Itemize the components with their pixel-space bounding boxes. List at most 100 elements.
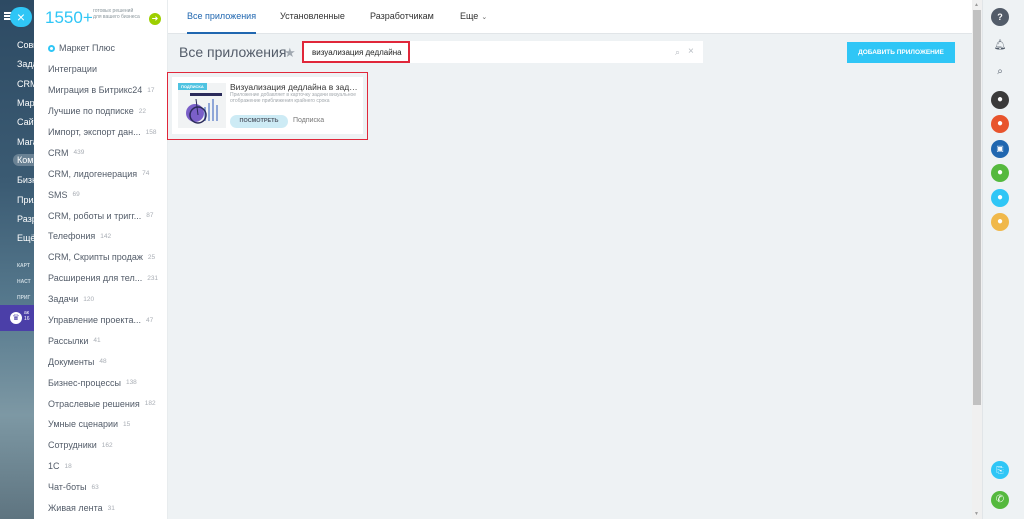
solutions-promo[interactable]: 1550+ готовых решений для вашего бизнеса… [45, 6, 165, 34]
plan-banner-text: ак 16 [24, 310, 30, 322]
app-description: Приложение добавляет в карточку задачи в… [230, 92, 357, 104]
category-label: Рассылки [48, 335, 89, 346]
category-item[interactable]: Импорт, экспорт дан... 158 [34, 122, 168, 143]
star-icon[interactable]: ★ [284, 45, 296, 61]
app-title[interactable]: Визуализация дедлайна в зада... [230, 82, 360, 92]
scroll-down-icon[interactable]: ▼ [974, 511, 979, 517]
category-label: CRM, лидогенерация [48, 168, 138, 179]
user-avatar-1[interactable]: ● [991, 91, 1009, 109]
left-nav-item-active[interactable]: Комп [13, 154, 34, 166]
view-app-button[interactable]: ПОСМОТРЕТЬ [230, 115, 288, 128]
category-item[interactable]: Чат-боты 63 [34, 477, 168, 498]
category-item[interactable]: Сотрудники 162 [34, 435, 168, 456]
category-item[interactable]: Живая лента 31 [34, 498, 168, 519]
add-application-button[interactable]: ДОБАВИТЬ ПРИЛОЖЕНИЕ [847, 42, 955, 63]
category-item[interactable]: CRM, лидогенерация 74 [34, 163, 168, 184]
left-nav-section[interactable]: КАРТ [17, 263, 30, 269]
search-icon[interactable]: ⌕ [675, 47, 680, 58]
app-thumbnail[interactable]: ПОДПИСКА [178, 83, 226, 128]
category-item[interactable]: SMS 69 [34, 184, 168, 205]
subscription-badge: ПОДПИСКА [178, 83, 207, 90]
category-label: Маркет Плюс [59, 43, 115, 54]
category-item[interactable]: Отраслевые решения 182 [34, 393, 168, 414]
category-item[interactable]: CRM, роботы и тригг... 87 [34, 205, 168, 226]
category-item[interactable]: CRM, Скрипты продаж 25 [34, 247, 168, 268]
category-count: 15 [123, 420, 131, 428]
left-nav-item[interactable]: Мага [17, 137, 34, 147]
category-item[interactable]: Бизнес-процессы 138 [34, 372, 168, 393]
chevron-down-icon: ⌄ [481, 14, 488, 21]
tab-all-apps[interactable]: Все приложения [187, 0, 257, 34]
category-label: Расширения для тел... [48, 273, 143, 284]
category-count: 22 [138, 107, 146, 115]
user-avatar-2[interactable]: ● [991, 115, 1009, 133]
category-item[interactable]: Миграция в Битрикс24 17 [34, 80, 168, 101]
left-nav-item[interactable]: Зада [17, 59, 34, 69]
category-label: Бизнес-процессы [48, 377, 121, 388]
arrow-right-icon[interactable]: ➜ [149, 13, 161, 25]
category-item[interactable]: Документы 48 [34, 351, 168, 372]
category-item[interactable]: Умные сценарии 15 [34, 414, 168, 435]
user-avatar-5[interactable]: ● [991, 213, 1009, 231]
market-plus-icon [48, 44, 55, 52]
scrollbar-thumb[interactable] [973, 10, 981, 405]
category-item[interactable]: Расширения для тел... 231 [34, 268, 168, 289]
app-card[interactable]: ПОДПИСКА Визуализация дедлайна в зада...… [172, 77, 363, 134]
tab-more[interactable]: Еще ⌄ [460, 0, 487, 34]
tab-installed[interactable]: Установленные [280, 0, 345, 34]
left-nav-item[interactable]: Совм [17, 40, 34, 50]
left-nav-item[interactable]: Марк [17, 98, 34, 108]
category-item[interactable]: Интеграции [34, 59, 168, 80]
left-nav-item[interactable]: Сайт [17, 117, 34, 127]
scroll-up-icon[interactable]: ▲ [974, 2, 979, 8]
left-nav-item[interactable]: Разр [17, 214, 34, 224]
help-icon[interactable]: ? [991, 8, 1009, 26]
category-label: SMS [48, 189, 68, 200]
category-count: 439 [73, 149, 85, 157]
main-left-menu: × Совм Зада CRM Марк Сайт Мага Комп Бизн… [0, 0, 34, 519]
right-panel: ? 🔔︎ ⌕ ● ● ▣ ● ● ● ⎘ ✆ [982, 0, 1024, 519]
category-item[interactable]: Лучшие по подписке 22 [34, 101, 168, 122]
left-nav-item[interactable]: Ещё [17, 233, 34, 243]
category-item[interactable]: CRM 439 [34, 142, 168, 163]
phone-icon[interactable]: ✆ [991, 491, 1009, 509]
bell-icon[interactable]: 🔔︎ [991, 37, 1009, 55]
user-avatar-3[interactable]: ● [991, 164, 1009, 182]
close-icon[interactable]: × [10, 7, 32, 27]
category-label: CRM [48, 147, 69, 158]
category-count: 182 [144, 400, 156, 408]
clear-search-icon[interactable]: × [688, 46, 694, 57]
main-content: Все приложения Установленные Разработчик… [167, 0, 972, 519]
category-count: 18 [64, 462, 72, 470]
left-nav-item[interactable]: CRM [17, 79, 34, 89]
category-count: 87 [146, 212, 154, 220]
category-count: 231 [147, 274, 159, 282]
left-nav-item[interactable]: Прил [17, 195, 34, 205]
menu-toggle-button[interactable]: × [0, 6, 34, 28]
category-item[interactable]: Задачи 120 [34, 289, 168, 310]
screen-share-icon[interactable]: ⎘ [991, 461, 1009, 479]
category-label: CRM, Скрипты продаж [48, 252, 143, 263]
category-label: Живая лента [48, 503, 103, 514]
user-avatar-4[interactable]: ● [991, 189, 1009, 207]
search-icon[interactable]: ⌕ [991, 63, 1009, 81]
tab-bar: Все приложения Установленные Разработчик… [168, 0, 972, 34]
category-label: Импорт, экспорт дан... [48, 127, 141, 137]
left-nav-item[interactable]: Бизн [17, 175, 34, 185]
group-chat-icon[interactable]: ▣ [991, 140, 1009, 158]
left-nav-section[interactable]: НАСТ [17, 279, 31, 285]
category-item[interactable]: Управление проекта... 47 [34, 310, 168, 331]
search-input[interactable] [302, 41, 410, 63]
tab-developers[interactable]: Разработчикам [370, 0, 434, 34]
category-label: Документы [48, 356, 95, 367]
solutions-count: 1550+ [45, 8, 93, 27]
page-scrollbar[interactable]: ▲ ▼ [972, 0, 982, 519]
category-item[interactable]: 1С 18 [34, 456, 168, 477]
plan-banner[interactable]: ♛ ак 16 [0, 305, 34, 331]
category-item[interactable]: Телефония 142 [34, 226, 168, 247]
category-count: 142 [100, 232, 112, 240]
left-nav-section[interactable]: ПРИГ [17, 295, 30, 301]
category-count: 138 [125, 379, 137, 387]
category-item[interactable]: Рассылки 41 [34, 330, 168, 351]
category-item[interactable]: Маркет Плюс [34, 38, 168, 59]
